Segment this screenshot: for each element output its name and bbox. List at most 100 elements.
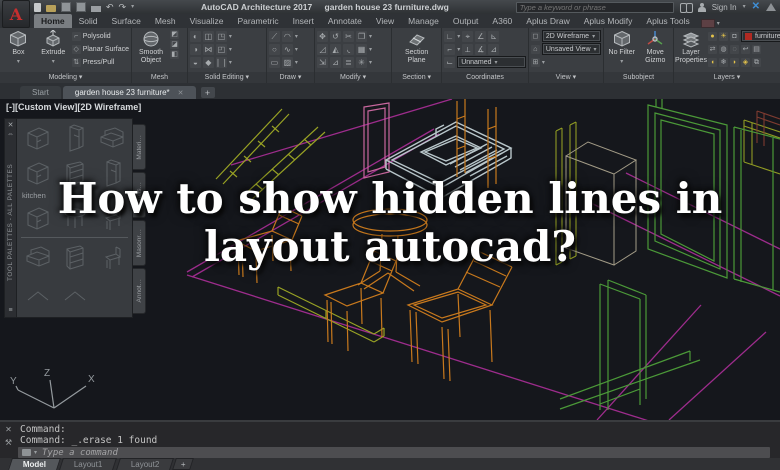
extrude-tool[interactable]: Extrude ▾ bbox=[37, 30, 70, 65]
ribbon-tab-visualize[interactable]: Visualize bbox=[183, 14, 231, 28]
layer-freeze2-icon[interactable]: ❄ bbox=[719, 57, 728, 67]
panel-label-subobject[interactable]: Subobject bbox=[604, 72, 673, 83]
ribbon-tab-output[interactable]: Output bbox=[446, 14, 486, 28]
ribbon-tab-aplus-modify[interactable]: Aplus Modify bbox=[577, 14, 640, 28]
palette-tool-cabinet-3[interactable] bbox=[93, 122, 130, 154]
open-file-icon[interactable] bbox=[46, 4, 56, 12]
fillet-edge-icon[interactable]: ◳ bbox=[215, 30, 227, 42]
ucs-origin-icon[interactable]: ∠ bbox=[475, 30, 487, 42]
interfere-icon[interactable]: ⋈ bbox=[202, 43, 214, 55]
aplus-toolbar-icon[interactable] bbox=[700, 19, 715, 28]
taper-face-icon[interactable]: ◰ bbox=[215, 43, 227, 55]
palette-tool-cabinet-2[interactable] bbox=[56, 122, 93, 154]
new-drawing-button[interactable]: + bbox=[200, 87, 215, 98]
visual-style-dropdown[interactable]: 2D Wireframe ▾ bbox=[541, 30, 601, 42]
section-plane-tool[interactable]: Section Plane bbox=[400, 30, 434, 64]
slice-icon[interactable]: ◆ bbox=[202, 56, 214, 68]
new-file-icon[interactable] bbox=[34, 2, 41, 12]
command-input[interactable] bbox=[40, 446, 766, 459]
ucs-face-icon[interactable]: ⊾ bbox=[488, 30, 500, 42]
layer-merge-icon[interactable]: ⧉ bbox=[752, 57, 761, 67]
viewport-controls[interactable]: [-][Custom View][2D Wireframe] bbox=[6, 102, 141, 112]
layer-lock-icon[interactable]: ◘ bbox=[730, 31, 739, 41]
layer-thaw-icon[interactable]: ◗ bbox=[730, 57, 739, 67]
ucs-named-icon[interactable]: ⌙ bbox=[444, 56, 456, 68]
ucs-object-icon[interactable]: ⊿ bbox=[488, 43, 500, 55]
panel-label-modify[interactable]: Modify ▾ bbox=[315, 72, 392, 83]
palette-tab-1[interactable]: Materi… bbox=[133, 124, 146, 170]
panel-label-layers[interactable]: Layers ▾ bbox=[674, 72, 780, 83]
circle-icon[interactable]: ○ bbox=[268, 43, 280, 55]
palette-close-icon[interactable]: ✕ bbox=[8, 121, 14, 130]
palette-tool-arch-2[interactable] bbox=[56, 276, 93, 308]
layer-dropdown[interactable]: furniture ▾ bbox=[741, 30, 780, 42]
hatch-icon[interactable]: ▨ bbox=[281, 56, 293, 68]
layer-unisolate-icon[interactable]: ◌ bbox=[730, 44, 739, 54]
sign-in-button[interactable]: Sign In bbox=[712, 3, 737, 12]
drawing-viewport[interactable]: [-][Custom View][2D Wireframe] Y Z X How… bbox=[0, 99, 780, 420]
ribbon-tab-solid[interactable]: Solid bbox=[72, 14, 105, 28]
extrude-caret-icon[interactable]: ▾ bbox=[52, 58, 55, 65]
union-icon[interactable]: ◐ bbox=[189, 30, 201, 42]
panel-label-draw[interactable]: Draw ▾ bbox=[266, 72, 315, 83]
shell-icon[interactable]: ❘❘ bbox=[215, 56, 228, 68]
ribbon-tab-mesh[interactable]: Mesh bbox=[148, 14, 183, 28]
planar-surface-tool[interactable]: ◇ Planar Surface bbox=[71, 43, 129, 55]
ribbon-tab-parametric[interactable]: Parametric bbox=[231, 14, 286, 28]
layer-lock2-icon[interactable]: ◈ bbox=[741, 57, 750, 67]
search-icon[interactable] bbox=[679, 3, 693, 13]
search-input[interactable] bbox=[515, 1, 674, 13]
copy-icon[interactable]: ❐ bbox=[356, 30, 368, 42]
smooth-object-tool[interactable]: Smooth Object bbox=[134, 30, 168, 64]
plot-icon[interactable] bbox=[91, 5, 101, 12]
explode-icon[interactable]: ✳ bbox=[356, 56, 368, 68]
polyline-icon[interactable]: ∿ bbox=[281, 43, 293, 55]
layer-freeze-icon[interactable]: ☀ bbox=[719, 31, 728, 41]
rotate-icon[interactable]: ↺ bbox=[330, 30, 342, 42]
palette-tab-4[interactable]: Annot… bbox=[133, 268, 146, 314]
no-filter-caret-icon[interactable]: ▾ bbox=[620, 58, 623, 65]
help-icon[interactable] bbox=[766, 3, 776, 11]
command-recent-caret-icon[interactable]: ▾ bbox=[34, 449, 37, 456]
rectangle-icon[interactable]: ▭ bbox=[268, 56, 280, 68]
ucs-icon[interactable]: ∟ bbox=[444, 30, 456, 42]
palette-tool-cabinet-1[interactable] bbox=[19, 122, 56, 154]
ribbon-tab-home[interactable]: Home bbox=[34, 14, 72, 28]
trim-icon[interactable]: ✂ bbox=[343, 30, 355, 42]
file-tab-current[interactable]: garden house 23 furniture* ✕ bbox=[62, 86, 196, 99]
layer-isolate-icon[interactable]: ◍ bbox=[719, 44, 728, 54]
new-layout-button[interactable]: + bbox=[172, 458, 194, 470]
offset-icon[interactable]: ≣ bbox=[343, 56, 355, 68]
layer-properties-tool[interactable]: Layer Properties bbox=[675, 30, 707, 64]
user-icon[interactable] bbox=[697, 2, 706, 12]
move-icon[interactable]: ✥ bbox=[317, 30, 329, 42]
ucs-view-icon[interactable]: ∡ bbox=[475, 43, 487, 55]
tab-model[interactable]: Model bbox=[8, 458, 62, 470]
sign-in-dropdown-icon[interactable]: ▾ bbox=[743, 3, 746, 12]
named-view-dropdown[interactable]: Unsaved View ▾ bbox=[541, 43, 601, 55]
layer-previous-icon[interactable]: ↩ bbox=[741, 44, 750, 54]
polysolid-tool[interactable]: ⌐ Polysolid bbox=[71, 30, 129, 42]
panel-label-view[interactable]: View ▾ bbox=[528, 72, 603, 83]
ucs-previous-icon[interactable]: ⌐ bbox=[444, 43, 456, 55]
tab-layout2[interactable]: Layout2 bbox=[115, 458, 174, 470]
file-tab-start[interactable]: Start bbox=[20, 86, 61, 99]
move-gizmo-tool[interactable]: Move Gizmo bbox=[640, 30, 672, 64]
tab-layout1[interactable]: Layout1 bbox=[59, 458, 118, 470]
box-tool[interactable]: Box ▾ bbox=[2, 30, 35, 65]
tab-close-icon[interactable]: ✕ bbox=[178, 89, 184, 97]
ribbon-tab-view[interactable]: View bbox=[369, 14, 401, 28]
layer-walk-icon[interactable]: ▤ bbox=[752, 44, 761, 54]
save-as-icon[interactable] bbox=[76, 2, 86, 12]
ribbon-tab-aplus-draw[interactable]: Aplus Draw bbox=[519, 14, 576, 28]
box-caret-icon[interactable]: ▾ bbox=[17, 58, 20, 65]
ribbon-tab-aplus-tools[interactable]: Aplus Tools bbox=[639, 14, 696, 28]
array-icon[interactable]: ▦ bbox=[356, 43, 368, 55]
redo-icon[interactable]: ↷ bbox=[119, 2, 127, 12]
press-pull-tool[interactable]: ⇅ Press/Pull bbox=[71, 56, 129, 68]
fillet-icon[interactable]: ◟ bbox=[343, 43, 355, 55]
line-icon[interactable]: ⟋ bbox=[268, 30, 280, 42]
panel-label-coordinates[interactable]: Coordinates bbox=[442, 72, 528, 83]
app-menu-button[interactable]: A bbox=[2, 0, 30, 28]
ribbon-tab-a360[interactable]: A360 bbox=[485, 14, 519, 28]
